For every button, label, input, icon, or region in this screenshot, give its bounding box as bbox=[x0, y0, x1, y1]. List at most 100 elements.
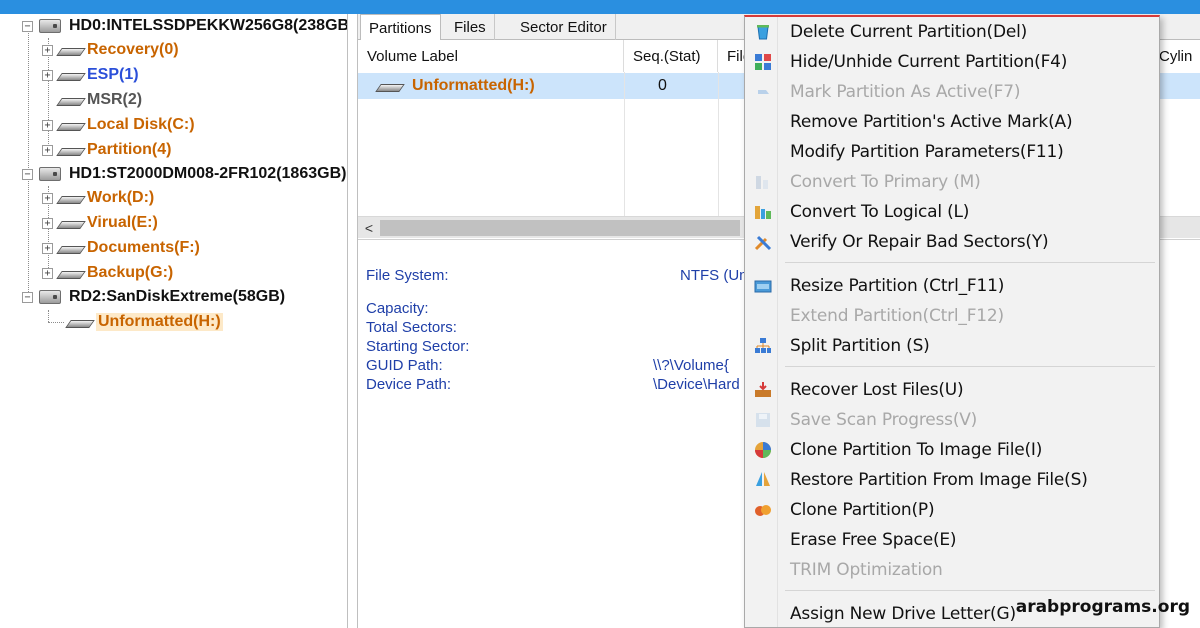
starting-sector-label: Starting Sector: bbox=[366, 338, 470, 355]
partition-icon bbox=[59, 120, 81, 130]
restore-icon bbox=[753, 470, 773, 490]
tools-icon bbox=[753, 232, 773, 252]
partition-icon bbox=[59, 218, 81, 228]
split-icon bbox=[753, 336, 773, 356]
total-sectors-label: Total Sectors: bbox=[366, 319, 457, 336]
partition-icon bbox=[59, 95, 81, 105]
tree-disk-rd2[interactable]: − RD2:SanDiskExtreme(58GB) bbox=[22, 285, 285, 309]
menu-item-hide-unhide[interactable]: Hide/Unhide Current Partition(F4) bbox=[745, 47, 1159, 77]
tree-partition-g[interactable]: + Backup(G:) bbox=[42, 261, 173, 285]
expand-icon[interactable]: + bbox=[42, 119, 53, 131]
menu-item-resize-partition[interactable]: Resize Partition (Ctrl_F11) bbox=[745, 271, 1159, 301]
expand-icon[interactable]: + bbox=[42, 267, 53, 279]
menu-item-clone-partition[interactable]: Clone Partition(P) bbox=[745, 495, 1159, 525]
trash-icon bbox=[753, 22, 773, 42]
menu-item-convert-logical[interactable]: Convert To Logical (L) bbox=[745, 197, 1159, 227]
menu-item-extend-partition[interactable]: Extend Partition(Ctrl_F12) bbox=[745, 301, 1159, 331]
image-icon bbox=[753, 440, 773, 460]
expand-icon[interactable]: + bbox=[42, 217, 53, 229]
tree-partition-esp[interactable]: + ESP(1) bbox=[42, 63, 139, 87]
menu-item-convert-primary[interactable]: Convert To Primary (M) bbox=[745, 167, 1159, 197]
active-icon bbox=[753, 82, 773, 102]
menu-item-erase-free-space[interactable]: Erase Free Space(E) bbox=[745, 525, 1159, 555]
partition-label: Partition(4) bbox=[87, 141, 172, 158]
disk-label: RD2:SanDiskExtreme(58GB) bbox=[69, 288, 286, 305]
tree-disk-hd1[interactable]: − HD1:ST2000DM008-2FR102(1863GB) bbox=[22, 162, 346, 186]
file-system-value: NTFS (Un bbox=[680, 267, 748, 284]
scroll-left-icon[interactable]: < bbox=[358, 217, 380, 239]
expand-icon[interactable]: + bbox=[42, 242, 53, 254]
scrollbar-thumb[interactable] bbox=[380, 220, 740, 236]
capacity-label: Capacity: bbox=[366, 300, 429, 317]
menu-item-trim-optimization[interactable]: TRIM Optimization bbox=[745, 555, 1159, 585]
tree-partition-4[interactable]: + Partition(4) bbox=[42, 138, 171, 162]
collapse-icon[interactable]: − bbox=[22, 20, 33, 32]
seq-value: 0 bbox=[658, 77, 667, 94]
tab-files[interactable]: Files bbox=[446, 14, 495, 40]
collapse-icon[interactable]: − bbox=[22, 168, 33, 180]
logical-icon bbox=[753, 202, 773, 222]
menu-item-verify-repair[interactable]: Verify Or Repair Bad Sectors(Y) bbox=[745, 227, 1159, 257]
menu-item-clone-to-image[interactable]: Clone Partition To Image File(I) bbox=[745, 435, 1159, 465]
partition-icon bbox=[378, 81, 400, 91]
partition-context-menu: Delete Current Partition(Del) Hide/Unhid… bbox=[744, 15, 1160, 628]
menu-item-delete-partition[interactable]: Delete Current Partition(Del) bbox=[745, 17, 1159, 47]
watermark-text: arabprograms.org bbox=[1015, 597, 1190, 617]
primary-icon bbox=[753, 172, 773, 192]
menu-item-modify-parameters[interactable]: Modify Partition Parameters(F11) bbox=[745, 137, 1159, 167]
menu-item-recover-lost-files[interactable]: Recover Lost Files(U) bbox=[745, 375, 1159, 405]
tree-partition-h[interactable]: Unformatted(H:) bbox=[68, 310, 223, 334]
grid-line bbox=[718, 72, 719, 224]
file-system-label: File System: bbox=[366, 267, 449, 284]
save-icon bbox=[753, 410, 773, 430]
column-volume-label[interactable]: Volume Label bbox=[358, 40, 624, 72]
tree-connector bbox=[48, 310, 49, 322]
hard-disk-icon bbox=[39, 167, 61, 181]
column-seq-stat[interactable]: Seq.(Stat) bbox=[624, 40, 718, 72]
tab-sector-editor[interactable]: Sector Editor bbox=[512, 14, 616, 40]
volume-cell: Unformatted(H:) bbox=[378, 73, 535, 99]
clone-icon bbox=[753, 500, 773, 520]
expand-icon[interactable]: + bbox=[42, 44, 53, 56]
collapse-icon[interactable]: − bbox=[22, 291, 33, 303]
menu-item-restore-from-image[interactable]: Restore Partition From Image File(S) bbox=[745, 465, 1159, 495]
disk-tree-panel: − HD0:INTELSSDPEKKW256G8(238GB) + Recove… bbox=[8, 14, 348, 628]
partition-label: Documents(F:) bbox=[87, 239, 200, 256]
guid-path-value: \\?\Volume{ bbox=[653, 357, 729, 374]
volume-label-value: Unformatted(H:) bbox=[412, 77, 535, 94]
grid-line bbox=[624, 72, 625, 224]
partition-label: Virual(E:) bbox=[87, 214, 158, 231]
menu-item-mark-active[interactable]: Mark Partition As Active(F7) bbox=[745, 77, 1159, 107]
hard-disk-icon bbox=[39, 19, 61, 33]
partition-label: MSR(2) bbox=[87, 91, 143, 108]
partition-icon bbox=[59, 45, 81, 55]
partition-icon bbox=[68, 317, 90, 327]
partition-icon bbox=[59, 268, 81, 278]
menu-separator bbox=[785, 262, 1155, 263]
menu-item-split-partition[interactable]: Split Partition (S) bbox=[745, 331, 1159, 361]
expand-icon[interactable]: + bbox=[42, 192, 53, 204]
partition-icon bbox=[59, 193, 81, 203]
tree-disk-hd0[interactable]: − HD0:INTELSSDPEKKW256G8(238GB) bbox=[22, 14, 348, 38]
tree-partition-d[interactable]: + Work(D:) bbox=[42, 186, 154, 210]
device-path-label: Device Path: bbox=[366, 376, 452, 393]
menu-item-save-scan-progress[interactable]: Save Scan Progress(V) bbox=[745, 405, 1159, 435]
tree-partition-e[interactable]: + Virual(E:) bbox=[42, 211, 158, 235]
tree-partition-f[interactable]: + Documents(F:) bbox=[42, 236, 200, 260]
disk-label: HD0:INTELSSDPEKKW256G8(238GB) bbox=[69, 17, 348, 34]
tree-partition-c[interactable]: + Local Disk(C:) bbox=[42, 113, 195, 137]
tree-partition-msr[interactable]: MSR(2) bbox=[59, 88, 142, 112]
expand-icon[interactable]: + bbox=[42, 69, 53, 81]
tree-connector bbox=[28, 26, 29, 174]
menu-item-remove-active-mark[interactable]: Remove Partition's Active Mark(A) bbox=[745, 107, 1159, 137]
expand-icon[interactable]: + bbox=[42, 144, 53, 156]
partition-label: Backup(G:) bbox=[87, 264, 174, 281]
tree-partition-recovery[interactable]: + Recovery(0) bbox=[42, 38, 179, 62]
resize-icon bbox=[753, 276, 773, 296]
tree-connector bbox=[48, 322, 64, 323]
tab-partitions[interactable]: Partitions bbox=[360, 14, 441, 41]
menu-separator bbox=[785, 590, 1155, 591]
partition-label: Unformatted(H:) bbox=[96, 313, 223, 331]
tree-connector bbox=[28, 174, 29, 298]
partition-label: Recovery(0) bbox=[87, 41, 179, 58]
